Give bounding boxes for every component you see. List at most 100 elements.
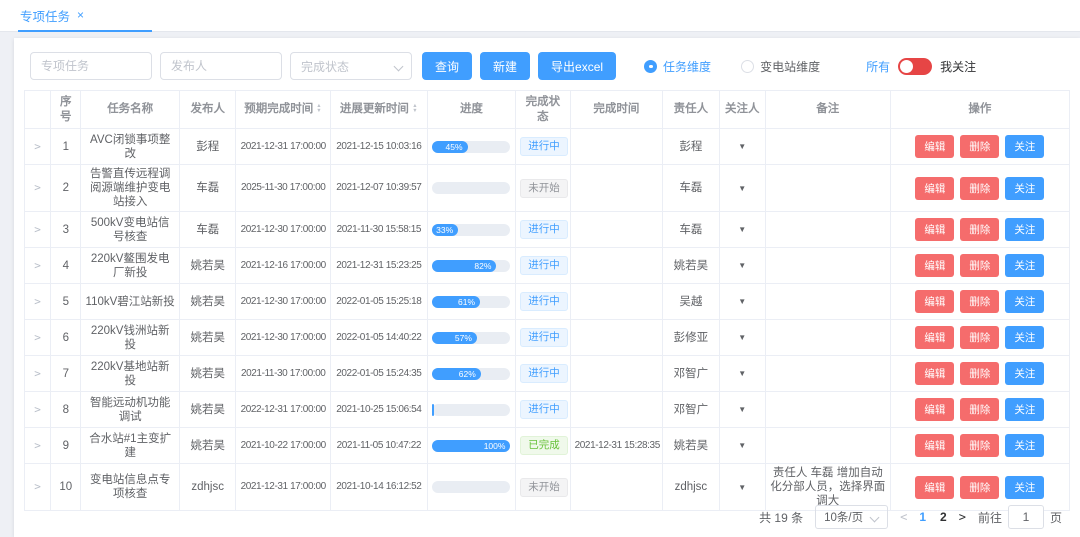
edit-button[interactable]: 编辑 [915, 135, 954, 158]
column-header-5[interactable]: 进展更新时间▲▼ [331, 91, 428, 129]
edit-button[interactable]: 编辑 [915, 326, 954, 349]
tab-close-icon[interactable]: × [77, 8, 84, 22]
follow-button[interactable]: 关注 [1005, 254, 1044, 277]
follower-dropdown-icon[interactable]: ▼ [738, 441, 746, 450]
radio-substation-dimension[interactable]: 变电站维度 [741, 58, 820, 75]
expand-row-icon[interactable]: > [34, 259, 41, 272]
follower-dropdown-icon[interactable]: ▼ [738, 297, 746, 306]
follower-dropdown-icon[interactable]: ▼ [738, 333, 746, 342]
expand-row-icon[interactable]: > [34, 140, 41, 153]
page-number-1[interactable]: 1 [919, 510, 926, 524]
status-filter-select[interactable]: 完成状态 [290, 52, 412, 80]
edit-button[interactable]: 编辑 [915, 476, 954, 499]
follower-dropdown-icon[interactable]: ▼ [738, 225, 746, 234]
radio-task-dimension[interactable]: 任务维度 [644, 58, 711, 75]
follow-button[interactable]: 关注 [1005, 177, 1044, 200]
page-number-2[interactable]: 2 [940, 510, 947, 524]
expected-time-cell: 2021-12-31 17:00:00 [236, 464, 331, 511]
page-size-select[interactable]: 10条/页 [815, 505, 888, 529]
expand-row-icon[interactable]: > [34, 295, 41, 308]
edit-button[interactable]: 编辑 [915, 254, 954, 277]
follower-cell: ▼ [719, 284, 765, 320]
delete-button[interactable]: 删除 [960, 218, 999, 241]
follower-cell: ▼ [719, 428, 765, 464]
follow-button[interactable]: 关注 [1005, 135, 1044, 158]
expand-row-icon[interactable]: > [34, 480, 41, 493]
follow-button[interactable]: 关注 [1005, 290, 1044, 313]
delete-button[interactable]: 删除 [960, 362, 999, 385]
follow-switch-group: 所有 我关注 [866, 58, 976, 75]
updated-time-cell: 2021-12-31 15:23:25 [331, 248, 428, 284]
follower-dropdown-icon[interactable]: ▼ [738, 405, 746, 414]
owner-cell: 吴越 [663, 284, 719, 320]
prev-page-arrow[interactable]: < [900, 510, 907, 524]
delete-button[interactable]: 删除 [960, 254, 999, 277]
delete-button[interactable]: 删除 [960, 434, 999, 457]
sort-icon[interactable]: ▲▼ [316, 104, 322, 113]
publisher-cell: 姚若昊 [180, 392, 236, 428]
expand-row-icon[interactable]: > [34, 331, 41, 344]
sort-icon[interactable]: ▲▼ [412, 104, 418, 113]
publisher-cell: 姚若昊 [180, 356, 236, 392]
next-page-arrow[interactable]: > [959, 510, 966, 524]
column-header-label: 完成状态 [526, 96, 561, 123]
delete-button[interactable]: 删除 [960, 135, 999, 158]
task-name-filter-input[interactable] [30, 52, 152, 80]
edit-button[interactable]: 编辑 [915, 290, 954, 313]
query-button[interactable]: 查询 [422, 52, 472, 80]
follower-dropdown-icon[interactable]: ▼ [738, 184, 746, 193]
follow-button[interactable]: 关注 [1005, 398, 1044, 421]
follower-dropdown-icon[interactable]: ▼ [738, 142, 746, 151]
updated-time-cell: 2022-01-05 15:25:18 [331, 284, 428, 320]
expand-row-icon[interactable]: > [34, 223, 41, 236]
task-table: 序号任务名称发布人预期完成时间▲▼进展更新时间▲▼进度完成状态完成时间责任人关注… [24, 90, 1070, 511]
progress-label: 62% [459, 368, 481, 380]
publisher-cell: 姚若昊 [180, 248, 236, 284]
delete-button[interactable]: 删除 [960, 177, 999, 200]
column-header-10: 关注人 [719, 91, 765, 129]
expand-row-icon[interactable]: > [34, 439, 41, 452]
follow-button[interactable]: 关注 [1005, 434, 1044, 457]
column-header-3: 发布人 [180, 91, 236, 129]
expand-cell: > [25, 392, 51, 428]
follower-dropdown-icon[interactable]: ▼ [738, 369, 746, 378]
follow-button[interactable]: 关注 [1005, 326, 1044, 349]
operations-cell: 编辑删除关注 [890, 356, 1069, 392]
column-header-label: 责任人 [674, 103, 709, 115]
expand-row-icon[interactable]: > [34, 181, 41, 194]
publisher-filter-input[interactable] [160, 52, 282, 80]
edit-button[interactable]: 编辑 [915, 177, 954, 200]
follow-button[interactable]: 关注 [1005, 476, 1044, 499]
task-name-cell: 告警直传远程调阅源端维护变电站接入 [81, 165, 180, 212]
progress-cell: 57% [427, 320, 516, 356]
tab-special-task[interactable]: 专项任务 × [20, 0, 84, 30]
edit-button[interactable]: 编辑 [915, 398, 954, 421]
delete-button[interactable]: 删除 [960, 476, 999, 499]
delete-button[interactable]: 删除 [960, 290, 999, 313]
create-button[interactable]: 新建 [480, 52, 530, 80]
edit-button[interactable]: 编辑 [915, 362, 954, 385]
owner-cell: 姚若昊 [663, 428, 719, 464]
column-header-4[interactable]: 预期完成时间▲▼ [236, 91, 331, 129]
finish-time-cell [570, 464, 663, 511]
progress-label: 61% [458, 296, 480, 308]
edit-button[interactable]: 编辑 [915, 218, 954, 241]
delete-button[interactable]: 删除 [960, 326, 999, 349]
export-excel-button[interactable]: 导出excel [538, 52, 616, 80]
column-header-7: 完成状态 [516, 91, 570, 129]
delete-button[interactable]: 删除 [960, 398, 999, 421]
column-header-label: 进度 [460, 103, 483, 115]
edit-button[interactable]: 编辑 [915, 434, 954, 457]
follow-toggle[interactable] [898, 58, 932, 75]
goto-page-input[interactable] [1008, 505, 1044, 529]
follower-dropdown-icon[interactable]: ▼ [738, 261, 746, 270]
follow-button[interactable]: 关注 [1005, 362, 1044, 385]
column-header-11: 备注 [765, 91, 890, 129]
expand-row-icon[interactable]: > [34, 367, 41, 380]
progress-bar [432, 182, 510, 194]
follower-dropdown-icon[interactable]: ▼ [738, 483, 746, 492]
remark-cell [765, 165, 890, 212]
expand-row-icon[interactable]: > [34, 403, 41, 416]
follow-button[interactable]: 关注 [1005, 218, 1044, 241]
total-count: 共 19 条 [759, 509, 803, 526]
